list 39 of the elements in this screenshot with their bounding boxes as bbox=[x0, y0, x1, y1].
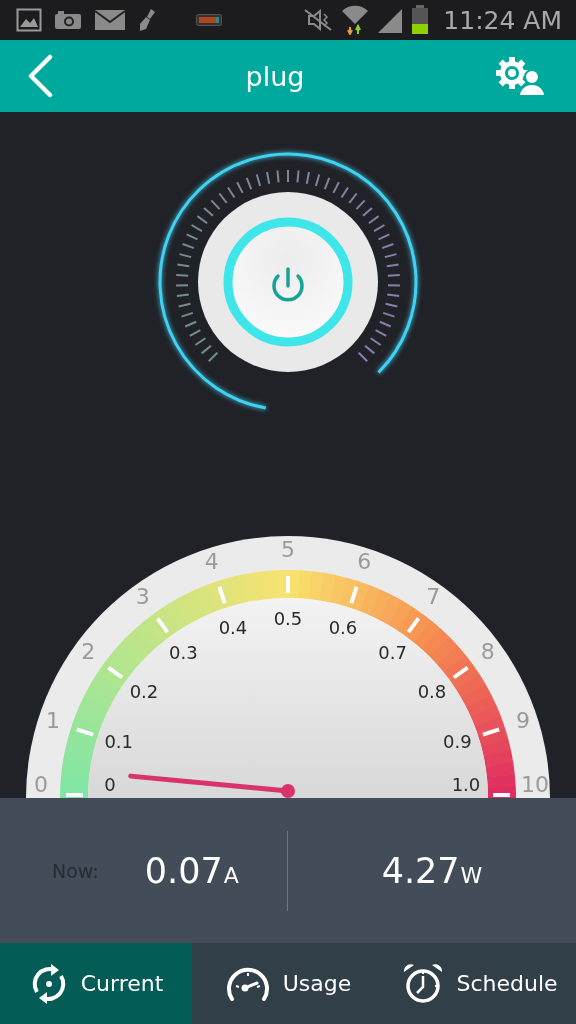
mute-icon bbox=[303, 9, 334, 31]
outer-scale-label: 3 bbox=[135, 584, 150, 610]
inner-scale-label: 0.2 bbox=[129, 681, 159, 703]
brush-icon bbox=[138, 8, 156, 32]
power-button[interactable] bbox=[198, 192, 378, 372]
power-reading: 4.27W bbox=[381, 850, 483, 891]
inner-scale-label: 0 bbox=[104, 774, 116, 795]
outer-scale-label: 7 bbox=[426, 584, 441, 610]
wifi-icon bbox=[341, 5, 370, 35]
inner-scale-label: 0.1 bbox=[104, 731, 134, 752]
mail-icon bbox=[94, 9, 126, 31]
tab[interactable]: Current bbox=[0, 943, 192, 1024]
inner-scale-label: 0.8 bbox=[417, 681, 447, 703]
camera-icon bbox=[54, 10, 82, 30]
outer-scale-label: 1 bbox=[46, 707, 61, 733]
battery-icon bbox=[196, 14, 222, 26]
inner-scale-label: 0.3 bbox=[169, 642, 198, 663]
outer-scale-label: 6 bbox=[357, 549, 372, 575]
outer-scale-label: 9 bbox=[515, 707, 530, 733]
picture-icon bbox=[16, 8, 42, 32]
settings-button[interactable] bbox=[494, 55, 546, 97]
screen-title: plug bbox=[245, 60, 305, 92]
inner-scale-label: 0.5 bbox=[273, 608, 303, 629]
inner-scale-label: 1.0 bbox=[451, 774, 481, 795]
inner-scale-label: 0.6 bbox=[328, 616, 358, 638]
alarm-clock-icon bbox=[402, 962, 445, 1005]
inner-scale-label: 0.9 bbox=[442, 731, 472, 752]
inner-scale-label: 0.7 bbox=[378, 642, 407, 663]
outer-scale-label: 0 bbox=[34, 772, 48, 797]
battery-icon bbox=[411, 5, 430, 35]
inner-scale-label: 0.4 bbox=[218, 616, 248, 638]
outer-scale-label: 8 bbox=[480, 638, 495, 664]
current-reading: 0.07A bbox=[144, 850, 239, 891]
outer-scale-label: 10 bbox=[521, 772, 549, 797]
outer-scale-label: 4 bbox=[204, 549, 219, 575]
speedometer-icon bbox=[224, 965, 271, 1002]
outer-scale-label: 2 bbox=[81, 638, 96, 664]
outer-scale-label: 5 bbox=[281, 537, 295, 562]
clock-time: 11:24 AM bbox=[443, 5, 562, 35]
